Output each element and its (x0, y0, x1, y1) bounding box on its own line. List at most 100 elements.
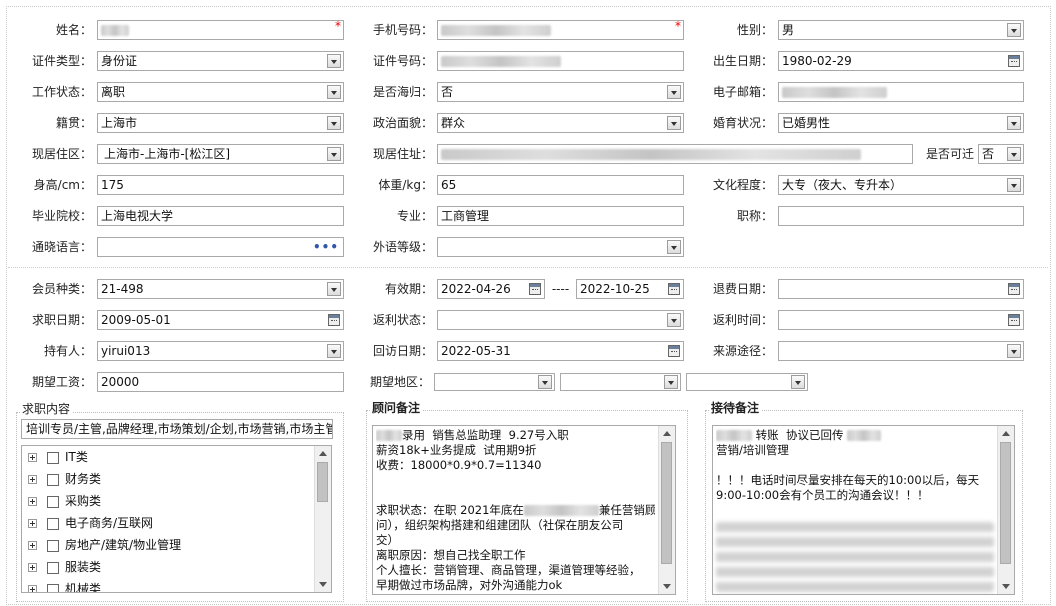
rebate-time-field[interactable] (778, 310, 1024, 330)
rebate-status-select[interactable] (437, 310, 684, 330)
chevron-down-icon[interactable] (327, 282, 341, 296)
expand-icon[interactable] (28, 453, 37, 462)
job-date-field[interactable]: 2009-05-01 (97, 310, 344, 330)
native-select[interactable]: 上海市 (97, 113, 344, 133)
calendar-icon[interactable] (668, 283, 680, 295)
chevron-down-icon[interactable] (538, 375, 552, 389)
title-field[interactable] (778, 206, 1024, 226)
expand-icon[interactable] (28, 563, 37, 572)
returnee-select[interactable]: 否 (437, 82, 684, 102)
refund-date-field[interactable] (778, 279, 1024, 299)
region-district-select[interactable] (686, 373, 808, 391)
chevron-down-icon[interactable] (667, 240, 681, 254)
calendar-icon[interactable] (1008, 283, 1020, 295)
district-select[interactable]: 上海市-上海市-[松江区] (97, 144, 344, 164)
advisor-notes-textarea[interactable]: 录用 销售总监助理 9.27号入职 薪资18k+业务提成 试用期9折 收费：18… (372, 425, 676, 595)
region-province-select[interactable] (434, 373, 555, 391)
work-status-select[interactable]: 离职 (97, 82, 344, 102)
reception-notes-textarea[interactable]: 转账 协议已回传 营销/培训管理 ！！！电话时间尽量安排在每天的10:00以后，… (712, 425, 1015, 595)
education-select[interactable]: 大专（夜大、专升本） (778, 175, 1024, 195)
chevron-down-icon[interactable] (327, 147, 341, 161)
region-city-select[interactable] (560, 373, 681, 391)
checkbox[interactable] (47, 517, 59, 530)
gender-select[interactable]: 男 (778, 20, 1024, 40)
political-select[interactable]: 群众 (437, 113, 684, 133)
height-field[interactable]: 175 (97, 175, 344, 195)
scroll-thumb[interactable] (317, 462, 328, 502)
name-field[interactable]: * (97, 20, 344, 40)
source-select[interactable] (778, 341, 1024, 361)
id-type-select[interactable]: 身份证 (97, 51, 344, 71)
scroll-up-icon[interactable] (1002, 431, 1010, 436)
chevron-down-icon[interactable] (667, 85, 681, 99)
more-icon[interactable]: ••• (313, 240, 339, 254)
scroll-up-icon[interactable] (663, 431, 671, 436)
tree-item[interactable]: 房地产/建筑/物业管理 (28, 535, 181, 555)
foreign-level-select[interactable] (437, 237, 684, 257)
job-category-tree[interactable]: IT类 财务类 采购类 电子商务/互联网 房地产/建筑/物业管理 服装类 机械类 (21, 445, 332, 593)
chevron-down-icon[interactable] (667, 313, 681, 327)
expand-icon[interactable] (28, 541, 37, 550)
visit-date-field[interactable]: 2022-05-31 (437, 341, 684, 361)
holder-select[interactable]: yirui013 (97, 341, 344, 361)
address-field[interactable] (437, 144, 913, 164)
checkbox[interactable] (47, 473, 59, 486)
calendar-icon[interactable] (1008, 314, 1020, 326)
chevron-down-icon[interactable] (791, 375, 805, 389)
marital-select[interactable]: 已婚男性 (778, 113, 1024, 133)
checkbox[interactable] (47, 451, 59, 464)
school-field[interactable]: 上海电视大学 (97, 206, 344, 226)
tree-item[interactable]: 机械类 (28, 579, 101, 592)
chevron-down-icon[interactable] (1007, 344, 1021, 358)
tree-item[interactable]: 电子商务/互联网 (28, 513, 153, 533)
scrollbar[interactable] (658, 426, 675, 594)
weight-field[interactable]: 65 (437, 175, 684, 195)
email-field[interactable] (778, 82, 1024, 102)
chevron-down-icon[interactable] (327, 54, 341, 68)
expand-icon[interactable] (28, 519, 37, 528)
chevron-down-icon[interactable] (327, 85, 341, 99)
scroll-thumb[interactable] (661, 442, 672, 564)
expand-icon[interactable] (28, 497, 37, 506)
relocate-select[interactable]: 否 (978, 144, 1024, 164)
scroll-thumb[interactable] (1000, 442, 1011, 564)
calendar-icon[interactable] (668, 345, 680, 357)
valid-from-field[interactable]: 2022-04-26 (437, 279, 545, 299)
scrollbar[interactable] (997, 426, 1014, 594)
expand-icon[interactable] (28, 585, 37, 592)
checkbox[interactable] (47, 561, 59, 574)
chevron-down-icon[interactable] (1007, 178, 1021, 192)
chevron-down-icon[interactable] (327, 116, 341, 130)
tree-item[interactable]: 采购类 (28, 491, 101, 511)
job-content-summary[interactable]: 培训专员/主管,品牌经理,市场策划/企划,市场营销,市场主管 (21, 419, 333, 439)
calendar-icon[interactable] (328, 314, 340, 326)
major-field[interactable]: 工商管理 (437, 206, 684, 226)
chevron-down-icon[interactable] (1007, 147, 1021, 161)
language-field[interactable]: ••• (97, 237, 344, 257)
chevron-down-icon[interactable] (327, 344, 341, 358)
scroll-up-icon[interactable] (319, 451, 327, 456)
scroll-down-icon[interactable] (1002, 584, 1010, 589)
calendar-icon[interactable] (1008, 55, 1020, 67)
mobile-field[interactable]: * (437, 20, 684, 40)
tree-item[interactable]: 财务类 (28, 469, 101, 489)
chevron-down-icon[interactable] (667, 116, 681, 130)
calendar-icon[interactable] (529, 283, 541, 295)
checkbox[interactable] (47, 495, 59, 508)
valid-to-field[interactable]: 2022-10-25 (576, 279, 684, 299)
member-type-select[interactable]: 21-498 (97, 279, 344, 299)
id-no-field[interactable] (437, 51, 684, 71)
expand-icon[interactable] (28, 475, 37, 484)
tree-item[interactable]: IT类 (28, 447, 88, 467)
birth-date-field[interactable]: 1980-02-29 (778, 51, 1024, 71)
salary-field[interactable]: 20000 (97, 372, 344, 392)
checkbox[interactable] (47, 539, 59, 552)
tree-item[interactable]: 服装类 (28, 557, 101, 577)
chevron-down-icon[interactable] (1007, 116, 1021, 130)
checkbox[interactable] (47, 583, 59, 592)
chevron-down-icon[interactable] (664, 375, 678, 389)
scroll-down-icon[interactable] (319, 582, 327, 587)
scrollbar[interactable] (314, 446, 331, 592)
chevron-down-icon[interactable] (1007, 23, 1021, 37)
scroll-down-icon[interactable] (663, 584, 671, 589)
